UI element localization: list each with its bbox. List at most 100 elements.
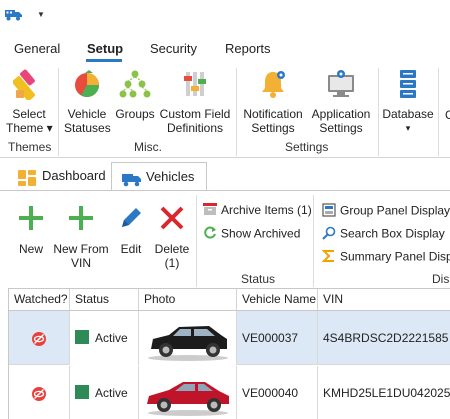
truck-icon[interactable] [5,9,23,24]
column-header-watched[interactable]: Watched? [9,289,70,311]
tab-general[interactable]: General [14,41,60,56]
quick-access-bar: ▼ [0,0,450,32]
application-settings-line2: Settings [319,121,363,135]
vin-cell: KMHD25LE1DU042025 [323,386,450,400]
watched-cell[interactable] [9,311,70,365]
delete-button[interactable]: Delete (1) [152,205,192,270]
server-icon [382,68,434,103]
archive-items-button[interactable]: Archive Items (1) [203,203,312,218]
vehicles-toolbar: New New From VIN Edit Delete (1) Archive… [0,191,450,288]
bell-icon [240,68,306,103]
group-label-misc: Misc. [134,140,162,154]
table-row[interactable]: Active VE000037 4S4BRDSC2D2221585 [9,311,450,365]
document-tabs: Dashboard Vehicles [0,158,450,191]
vehicle-name-cell: VE000040 [237,366,318,419]
tab-dashboard[interactable]: Dashboard [8,162,108,191]
plus-icon [52,205,110,234]
group-panel-display-button[interactable]: Group Panel Display [322,203,450,220]
database-button[interactable]: Database ▾ [382,68,434,135]
vehicle-photo [139,326,236,365]
new-from-vin-button[interactable]: New From VIN [52,205,110,270]
vehicle-statuses-line2: Statuses [64,121,111,135]
status-text: Active [95,386,128,400]
tab-reports[interactable]: Reports [225,41,271,56]
summary-panel-display-label: Summary Panel Displ [340,249,450,264]
delete-line1: Delete [154,242,190,256]
search-icon [322,226,336,243]
cut-off-ribbon-item[interactable]: C [445,108,450,122]
new-from-vin-line2: VIN [70,256,91,270]
vehicle-photo [139,382,236,419]
photo-cell [139,311,237,365]
not-watched-icon[interactable] [31,331,47,346]
notification-settings-line1: Notification [243,107,303,121]
group-label-status: Status [241,272,276,286]
column-header-vehicle-name[interactable]: Vehicle Name [237,289,318,311]
status-cell: Active [70,366,139,419]
status-cell: Active [70,311,139,365]
plus-icon [14,205,48,234]
delete-line2: (1) [164,256,180,270]
tab-setup[interactable]: Setup [87,41,123,56]
column-header-status[interactable]: Status [70,289,139,311]
notification-settings-line2: Settings [251,121,295,135]
select-theme-line2: Theme ▾ [6,121,53,135]
group-label-display: Dis [432,272,450,286]
panel-icon [322,203,336,220]
tab-dashboard-label: Dashboard [42,168,106,183]
group-panel-display-label: Group Panel Display [340,203,450,218]
table-row[interactable]: Active VE000040 KMHD25LE1DU042025 [9,366,450,419]
ribbon-separator [58,68,59,156]
groups-button[interactable]: Groups [114,68,156,121]
custom-field-definitions-button[interactable]: Custom Field Definitions [158,68,232,135]
vehicle-name-cell: VE000037 [237,311,318,365]
sigma-icon [321,249,336,266]
vehicles-grid: Watched? Status Photo Vehicle Name VIN A… [8,288,450,419]
monitor-gear-icon [308,68,374,103]
status-color-swatch [75,385,89,400]
show-archived-button[interactable]: Show Archived [203,226,300,243]
refresh-icon [203,226,217,243]
group-label-themes: Themes [8,140,52,154]
watched-cell[interactable] [9,366,70,419]
tab-vehicles[interactable]: Vehicles [111,162,207,191]
vin-cell: 4S4BRDSC2D2221585 [323,331,449,345]
select-theme-line1: Select [12,107,46,121]
custom-field-line1: Custom Field [159,107,231,121]
edit-button[interactable]: Edit [114,205,148,256]
pie-chart-icon [64,68,110,103]
pencil-icon [114,205,148,234]
ribbon: Select Theme ▾ Vehicle Statuses Groups C… [0,62,450,158]
column-header-photo[interactable]: Photo [139,289,237,311]
sliders-icon [158,68,232,103]
application-settings-line1: Application [311,107,371,121]
paintbrush-icon [6,68,52,103]
show-archived-label: Show Archived [221,226,301,241]
hierarchy-icon [114,68,156,103]
search-box-display-button[interactable]: Search Box Display [322,226,445,243]
toolbar-separator [313,195,314,287]
chevron-down-icon: ▾ [405,123,411,133]
new-button[interactable]: New [14,205,48,256]
new-label: New [18,242,43,256]
x-delete-icon [152,205,192,234]
status-color-swatch [75,330,89,345]
edit-label: Edit [120,242,142,256]
summary-panel-display-button[interactable]: Summary Panel Displ [321,249,450,266]
column-header-vin[interactable]: VIN [318,289,450,311]
vehicle-statuses-line1: Vehicle [67,107,107,121]
groups-label: Groups [115,107,155,121]
application-settings-button[interactable]: Application Settings [308,68,374,135]
archive-items-label: Archive Items (1) [221,203,312,217]
tab-security[interactable]: Security [150,41,197,56]
vehicle-statuses-button[interactable]: Vehicle Statuses [64,68,111,135]
photo-cell [139,366,237,419]
notification-settings-button[interactable]: Notification Settings [240,68,306,135]
not-watched-icon[interactable] [31,386,47,401]
search-box-display-label: Search Box Display [340,226,445,241]
caret-down-icon[interactable]: ▼ [37,10,45,19]
status-text: Active [95,331,128,345]
ribbon-separator [236,68,237,156]
ribbon-separator [438,68,439,156]
select-theme-button[interactable]: Select Theme ▾ [6,68,53,135]
